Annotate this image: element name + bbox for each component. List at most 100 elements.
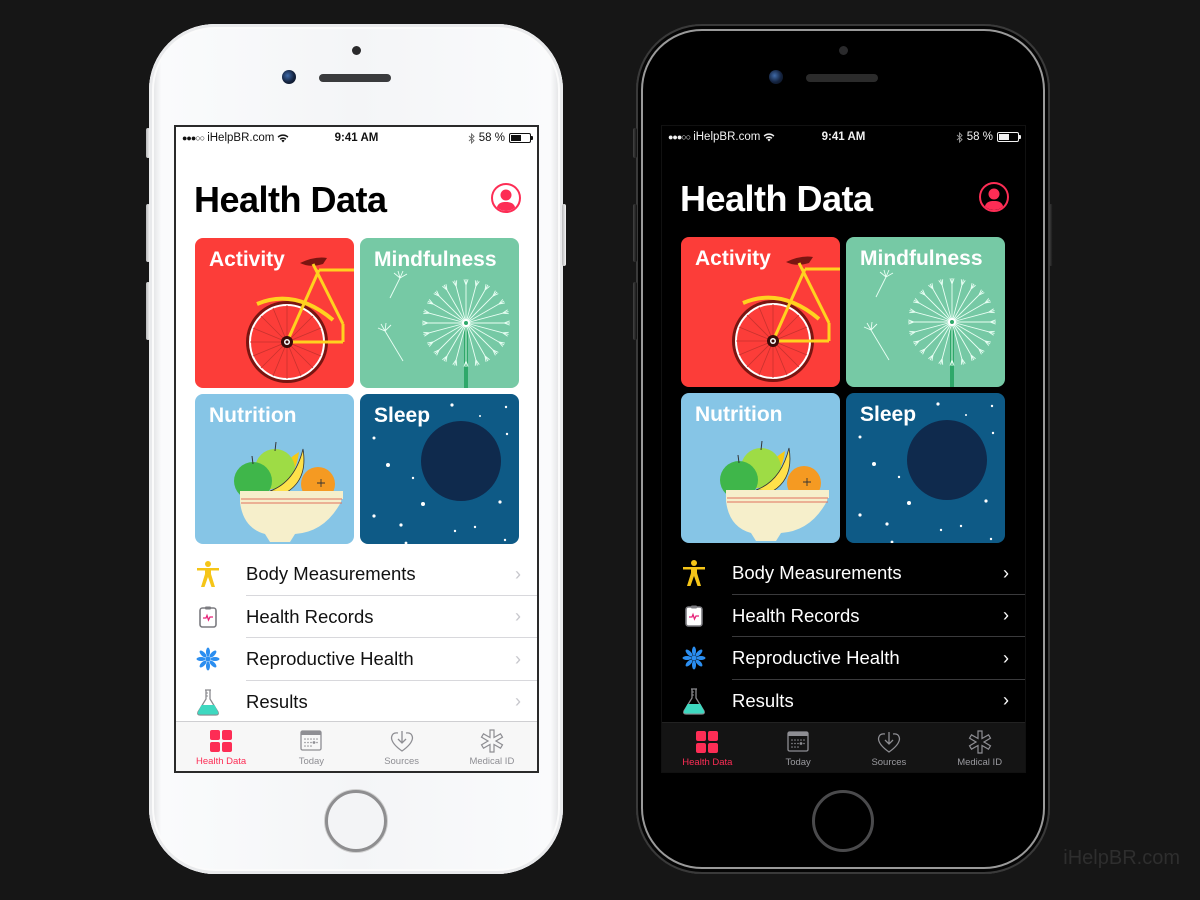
volume-up-button[interactable] bbox=[633, 204, 637, 262]
list-item-results[interactable]: Results › bbox=[662, 680, 1025, 723]
tab-today[interactable]: Today bbox=[266, 722, 356, 771]
list-item-label: Body Measurements bbox=[732, 562, 902, 584]
health-data-grid-icon bbox=[696, 731, 719, 753]
list-item-body-measurements[interactable]: Body Measurements › bbox=[662, 552, 1025, 595]
tile-mindfulness[interactable]: Mindfulness bbox=[846, 237, 1005, 387]
tab-today[interactable]: Today bbox=[753, 723, 844, 772]
tab-label: Sources bbox=[384, 756, 420, 767]
earpiece-speaker bbox=[319, 74, 391, 82]
proximity-sensor bbox=[352, 46, 361, 55]
earpiece-speaker bbox=[806, 74, 878, 82]
tab-health-data[interactable]: Health Data bbox=[176, 722, 266, 771]
status-bar: ●●●○○ iHelpBR.com 9:41 AM 58 % bbox=[662, 126, 1025, 148]
page-title: Health Data bbox=[680, 178, 873, 219]
calendar-icon bbox=[787, 731, 809, 752]
tab-sources[interactable]: Sources bbox=[357, 722, 447, 771]
tab-medical-id[interactable]: Medical ID bbox=[934, 723, 1025, 772]
tile-label: Sleep bbox=[860, 403, 917, 426]
profile-avatar-icon bbox=[984, 188, 1004, 210]
sources-heart-download-icon bbox=[390, 731, 413, 752]
tile-label: Activity bbox=[695, 247, 771, 270]
tab-label: Medical ID bbox=[957, 757, 1003, 768]
profile-avatar-icon bbox=[496, 189, 516, 211]
sources-heart-download-icon bbox=[877, 732, 901, 753]
chevron-right-icon: › bbox=[515, 563, 521, 584]
chevron-right-icon: › bbox=[1003, 690, 1009, 711]
profile-button[interactable] bbox=[491, 183, 521, 213]
chevron-right-icon: › bbox=[1003, 605, 1009, 626]
tile-nutrition[interactable]: Nutrition bbox=[681, 393, 840, 543]
screen: ●●●○○ iHelpBR.com 9:41 AM 58 % Health Da… bbox=[661, 125, 1026, 773]
watermark: iHelpBR.com bbox=[1063, 847, 1180, 869]
list-item-label: Body Measurements bbox=[246, 563, 416, 585]
page-title: Health Data bbox=[194, 179, 387, 220]
list-item-label: Reproductive Health bbox=[246, 648, 414, 670]
reproductive-snowflake-icon bbox=[678, 642, 710, 674]
tab-label: Today bbox=[298, 756, 325, 767]
body-figure-icon bbox=[678, 557, 710, 589]
list-item-health-records[interactable]: Health Records › bbox=[662, 595, 1025, 637]
list-item-label: Health Records bbox=[732, 604, 860, 626]
tab-bar: Health Data Today Sources Medical ID bbox=[176, 721, 537, 771]
list-item-reproductive-health[interactable]: Reproductive Health › bbox=[176, 638, 537, 681]
body-figure-icon bbox=[192, 558, 224, 590]
home-button[interactable] bbox=[812, 790, 874, 852]
tile-label: Activity bbox=[209, 248, 285, 271]
chevron-right-icon: › bbox=[515, 691, 521, 712]
tab-label: Health Data bbox=[196, 756, 247, 767]
home-button[interactable] bbox=[325, 790, 387, 852]
chevron-right-icon: › bbox=[515, 606, 521, 627]
volume-down-button[interactable] bbox=[146, 282, 150, 340]
status-bar: ●●●○○ iHelpBR.com 9:41 AM 58 % bbox=[176, 127, 537, 149]
tab-medical-id[interactable]: Medical ID bbox=[447, 722, 537, 771]
battery-icon bbox=[509, 133, 533, 143]
list-item-reproductive-health[interactable]: Reproductive Health › bbox=[662, 637, 1025, 680]
carrier-name: iHelpBR.com bbox=[207, 132, 275, 144]
tile-label: Sleep bbox=[374, 404, 431, 427]
tab-label: Medical ID bbox=[469, 756, 515, 767]
front-camera bbox=[769, 70, 783, 84]
tab-label: Sources bbox=[871, 757, 907, 768]
tab-label: Today bbox=[785, 757, 811, 768]
power-button[interactable] bbox=[562, 204, 566, 266]
wifi-icon bbox=[763, 133, 775, 142]
tile-sleep[interactable]: Sleep bbox=[360, 394, 519, 544]
signal-strength-icon: ●●●○○ bbox=[182, 133, 205, 143]
category-tiles: Activity Mindfulness Nutrition Sleep bbox=[681, 237, 1005, 543]
tile-label: Nutrition bbox=[209, 404, 297, 427]
profile-button[interactable] bbox=[979, 182, 1009, 212]
reproductive-snowflake-icon bbox=[192, 643, 224, 675]
tab-sources[interactable]: Sources bbox=[844, 723, 935, 772]
bluetooth-icon bbox=[468, 132, 475, 144]
bluetooth-icon bbox=[956, 131, 963, 143]
list-item-body-measurements[interactable]: Body Measurements › bbox=[176, 553, 537, 596]
front-camera bbox=[282, 70, 296, 84]
power-button[interactable] bbox=[1049, 204, 1053, 266]
calendar-icon bbox=[300, 730, 323, 751]
volume-down-button[interactable] bbox=[633, 282, 637, 340]
health-data-grid-icon bbox=[210, 730, 233, 752]
mute-switch bbox=[633, 128, 637, 158]
list-item-label: Health Records bbox=[246, 605, 374, 627]
tab-label: Health Data bbox=[682, 757, 733, 768]
tile-activity[interactable]: Activity bbox=[681, 237, 840, 387]
proximity-sensor bbox=[839, 46, 848, 55]
tab-health-data[interactable]: Health Data bbox=[662, 723, 753, 772]
health-records-icon bbox=[192, 601, 224, 633]
tile-label: Nutrition bbox=[695, 403, 783, 426]
list-item-health-records[interactable]: Health Records › bbox=[176, 596, 537, 638]
chevron-right-icon: › bbox=[515, 648, 521, 669]
phone-dark: ●●●○○ iHelpBR.com 9:41 AM 58 % Health Da… bbox=[633, 24, 1053, 874]
category-tiles: Activity Mindfulness Nutrition Sleep bbox=[195, 238, 519, 544]
battery-icon bbox=[997, 132, 1021, 142]
volume-up-button[interactable] bbox=[146, 204, 150, 262]
tile-label: Mindfulness bbox=[860, 247, 983, 270]
list-item-results[interactable]: Results › bbox=[176, 681, 537, 724]
tile-mindfulness[interactable]: Mindfulness bbox=[360, 238, 519, 388]
carrier-name: iHelpBR.com bbox=[693, 131, 761, 143]
tile-nutrition[interactable]: Nutrition bbox=[195, 394, 354, 544]
tile-activity[interactable]: Activity bbox=[195, 238, 354, 388]
battery-fill bbox=[999, 134, 1010, 140]
list-item-label: Results bbox=[732, 689, 794, 711]
tile-sleep[interactable]: Sleep bbox=[846, 393, 1005, 543]
